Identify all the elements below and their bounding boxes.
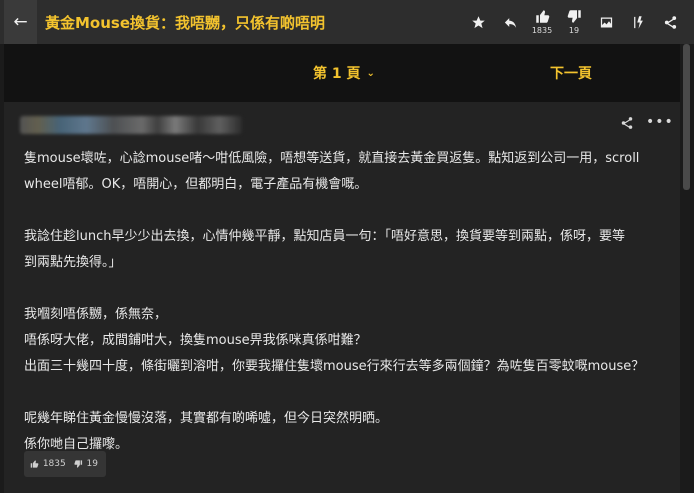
thread-title: 黃金Mouse換貨：我唔嬲，只係有啲唔明 [45, 13, 326, 32]
post: ••• 隻mouse壞咗，心諗mouse啫～咁低風險，唔想等送貨，就直接去黃金買… [4, 102, 680, 493]
post-dislike-count: 19 [86, 459, 98, 469]
paragraph: 我嗰刻唔係嬲，係無奈， 唔係呀大佬，成間鋪咁大，換隻mouse畀我係咪真係咁難？… [24, 302, 664, 380]
thumbs-up-icon[interactable] [30, 459, 39, 469]
text-line: 我嗰刻唔係嬲，係無奈， [24, 307, 168, 322]
text-line: 我諗住趁lunch早少少出去換，心情仲幾平靜，點知店員一句：「唔好意思，換貨要等… [24, 229, 625, 244]
back-arrow-icon: ← [13, 12, 28, 32]
back-button[interactable]: ← [4, 0, 37, 44]
image-icon [600, 17, 612, 27]
toolbar-actions: 1835 19 [462, 0, 686, 44]
bookmark-button[interactable] [462, 0, 494, 44]
thumbs-down-icon[interactable] [74, 459, 83, 469]
reply-button[interactable] [494, 0, 526, 44]
scrollbar[interactable] [683, 44, 690, 190]
star-icon [471, 15, 485, 28]
paragraph: 呢幾年睇住黃金慢慢沒落，其實都有啲唏噓，但今日突然明晒。 係你哋自己攞嚟。 [24, 406, 664, 458]
post-header: ••• [4, 102, 680, 142]
text-line: wheel唔郁。OK，唔開心，但都明白，電子產品有機會嘅。 [24, 177, 368, 192]
paragraph: 我諗住趁lunch早少少出去換，心情仲幾平靜，點知店員一句：「唔好意思，換貨要等… [24, 224, 664, 276]
page-label: 第 1 頁 [313, 66, 361, 82]
dislike-button[interactable]: 19 [558, 0, 590, 44]
thumbs-down-icon [567, 10, 581, 23]
more-icon[interactable]: ••• [646, 114, 674, 130]
share-button[interactable] [654, 0, 686, 44]
pagination-bar: 第 1 頁 ⌄ 下一頁 [4, 44, 680, 102]
filter-icon [633, 15, 643, 29]
blurred-username [20, 116, 242, 134]
share-icon [664, 15, 676, 29]
share-icon[interactable] [620, 116, 634, 130]
text-line: 呢幾年睇住黃金慢慢沒落，其實都有啲唏噓，但今日突然明晒。 [24, 411, 389, 426]
text-line: 係你哋自己攞嚟。 [24, 437, 129, 452]
thumbs-up-icon [535, 10, 549, 23]
post-body: 隻mouse壞咗，心諗mouse啫～咁低風險，唔想等送貨，就直接去黃金買返隻。點… [24, 146, 664, 458]
page-selector[interactable]: 第 1 頁 ⌄ [313, 44, 375, 102]
text-line: 出面三十幾四十度，條街曬到溶咁，你要我攞住隻壞mouse行來行去等多兩個鐘？為咗… [24, 359, 645, 374]
like-count: 1835 [531, 26, 553, 35]
filter-button[interactable] [622, 0, 654, 44]
chevron-down-icon: ⌄ [366, 67, 375, 79]
post-like-count: 1835 [42, 459, 66, 469]
paragraph: 隻mouse壞咗，心諗mouse啫～咁低風險，唔想等送貨，就直接去黃金買返隻。點… [24, 146, 664, 198]
post-vote-bar: 1835 19 [24, 451, 106, 477]
image-mode-button[interactable] [590, 0, 622, 44]
top-bar: ← 黃金Mouse換貨：我唔嬲，只係有啲唔明 1835 19 [0, 0, 694, 44]
text-line: 到兩點先換得。」 [24, 255, 122, 270]
text-line: 唔係呀大佬，成間鋪咁大，換隻mouse畀我係咪真係咁難？ [24, 333, 367, 348]
like-button[interactable]: 1835 [526, 0, 558, 44]
next-page-link[interactable]: 下一頁 [550, 44, 592, 102]
text-line: 隻mouse壞咗，心諗mouse啫～咁低風險，唔想等送貨，就直接去黃金買返隻。點… [24, 151, 640, 166]
reply-icon [504, 17, 516, 28]
dislike-count: 19 [568, 26, 580, 35]
